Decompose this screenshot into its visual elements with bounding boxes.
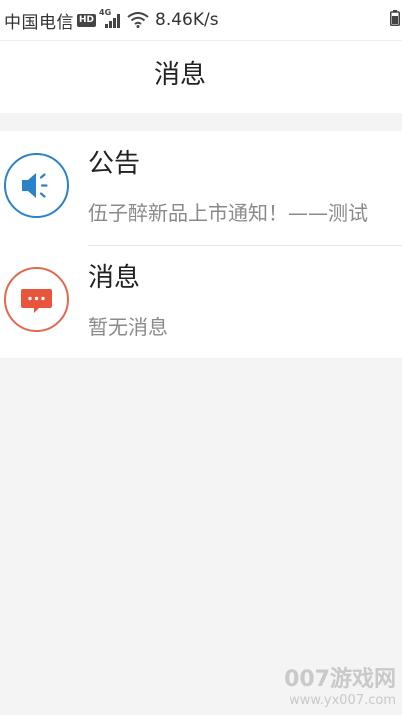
announcement-preview: 伍子醉新品上市通知！——测试 bbox=[88, 201, 368, 225]
watermark-brand: 007游戏网 bbox=[284, 667, 396, 692]
chat-bubble-icon bbox=[21, 289, 52, 313]
wifi-icon bbox=[127, 12, 149, 28]
cellular-signal: 4G bbox=[99, 8, 123, 30]
messages-preview: 暂无消息 bbox=[88, 315, 168, 339]
carrier-name: 中国电信 bbox=[4, 12, 74, 33]
status-bar: 中国电信 HD 4G 8.46K/s bbox=[0, 0, 402, 40]
announcement-avatar bbox=[4, 153, 69, 218]
page-title: 消息 bbox=[154, 60, 207, 90]
announcement-title: 公告 bbox=[88, 149, 141, 179]
megaphone-icon bbox=[22, 173, 48, 198]
signal-bars-icon bbox=[105, 14, 121, 28]
hd-badge: HD bbox=[77, 13, 97, 27]
battery-icon bbox=[390, 10, 400, 26]
message-list: 公告 伍子醉新品上市通知！——测试 消息 暂无消息 bbox=[0, 131, 402, 358]
site-watermark: 007游戏网 www.yx007.com bbox=[284, 667, 396, 709]
messages-title: 消息 bbox=[88, 263, 141, 293]
list-item-messages[interactable]: 消息 暂无消息 bbox=[0, 245, 402, 359]
messages-avatar bbox=[4, 267, 69, 332]
watermark-url: www.yx007.com bbox=[289, 693, 396, 708]
app-header: 消息 bbox=[0, 40, 402, 113]
network-speed: 8.46K/s bbox=[155, 10, 219, 30]
status-left: 中国电信 HD 4G 8.46K/s bbox=[4, 8, 219, 33]
list-item-announcement[interactable]: 公告 伍子醉新品上市通知！——测试 bbox=[0, 131, 402, 245]
